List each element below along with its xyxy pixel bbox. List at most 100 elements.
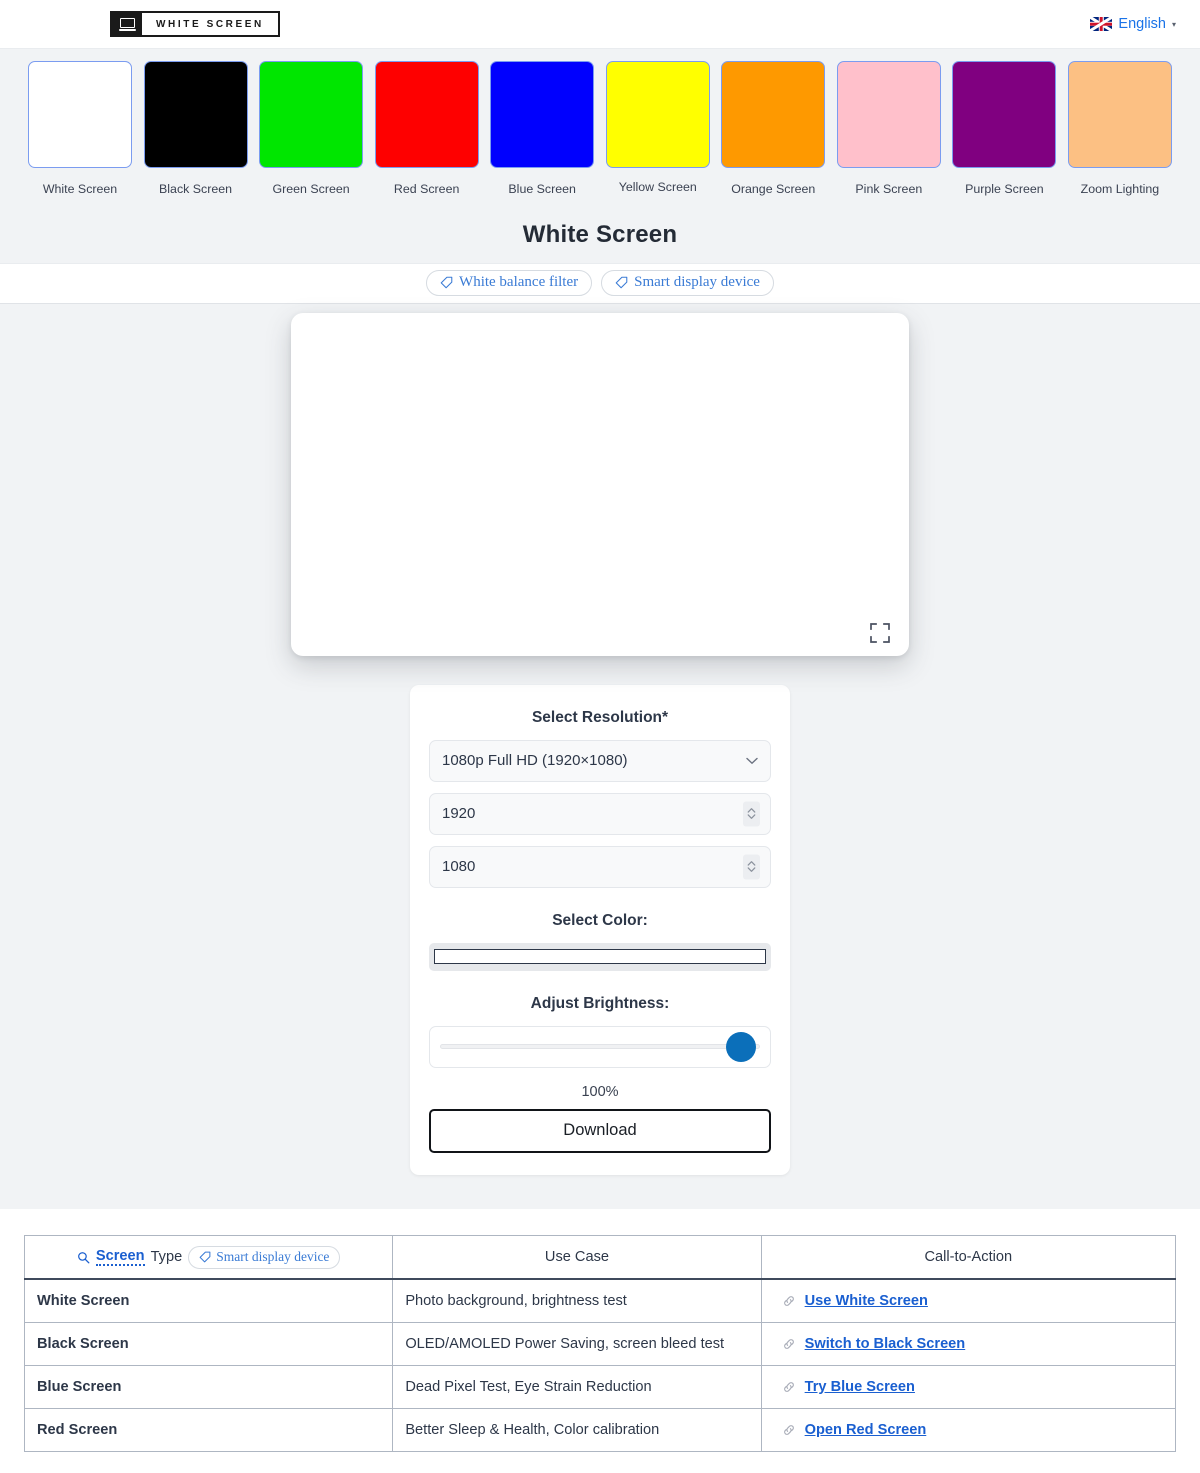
color-swatch-strip: White Screen Black Screen Green Screen Red … (0, 49, 1200, 203)
swatch-item-red-screen[interactable]: Red Screen (374, 61, 479, 197)
site-header: WHITE SCREEN English ▾ (0, 0, 1200, 49)
chevron-down-icon: ▾ (1171, 19, 1176, 29)
swatch-color[interactable] (721, 61, 826, 168)
cell-screen-type: Red Screen (23, 1407, 394, 1452)
color-picker-swatch (434, 949, 766, 965)
cell-cta: Try Blue Screen (760, 1364, 1177, 1409)
fullscreen-expand-icon[interactable] (869, 622, 891, 644)
swatch-item-black-screen[interactable]: Black Screen (143, 61, 248, 197)
column-header-type-text: Type (150, 1249, 183, 1266)
cell-use-case: Better Sleep & Health, Color calibration (392, 1407, 762, 1452)
swatch-color[interactable] (374, 61, 479, 168)
cell-use-case: Dead Pixel Test, Eye Strain Reduction (392, 1364, 762, 1409)
cta-link[interactable]: Use White Screen (805, 1293, 928, 1309)
tag-icon (440, 276, 453, 289)
brand-name: WHITE SCREEN (142, 13, 278, 35)
screen-comparison-table: Screen Type Smart display device Use Cas… (23, 1234, 1177, 1452)
cta-link[interactable]: Try Blue Screen (805, 1379, 915, 1395)
slider-thumb[interactable] (726, 1031, 756, 1062)
swatch-label: Pink Screen (855, 182, 923, 196)
swatch-color[interactable] (259, 61, 364, 168)
cell-screen-type: Blue Screen (23, 1364, 394, 1409)
tag-icon (615, 276, 628, 289)
swatch-label: Green Screen (272, 182, 350, 196)
cell-use-case: OLED/AMOLED Power Saving, screen bleed t… (392, 1321, 762, 1366)
swatch-color[interactable] (1067, 61, 1172, 168)
cell-cta: Switch to Black Screen (760, 1321, 1177, 1366)
brightness-slider[interactable] (429, 1025, 771, 1068)
comparison-table-wrapper: Screen Type Smart display device Use Cas… (0, 1208, 1200, 1472)
swatch-item-green-screen[interactable]: Green Screen (259, 61, 364, 197)
swatch-item-zoom-lighting[interactable]: Zoom Lighting (1067, 61, 1172, 197)
height-value: 1080 (442, 858, 476, 876)
brightness-value: 100% (581, 1083, 619, 1100)
swatch-label: Black Screen (159, 182, 233, 196)
swatch-label: Zoom Lighting (1080, 182, 1160, 196)
cta-link[interactable]: Switch to Black Screen (805, 1336, 966, 1352)
table-row: White Screen Photo background, brightness… (23, 1278, 1177, 1323)
screen-keyword-link[interactable]: Screen (95, 1248, 145, 1267)
brightness-label: Adjust Brightness: (530, 994, 670, 1012)
tag-icon (199, 1251, 211, 1263)
tag-white-balance-filter[interactable]: White balance filter (426, 269, 593, 296)
control-panel-wrapper: Select Resolution* 1080p Full HD (1920×1… (0, 655, 1200, 1209)
swatch-label: Purple Screen (965, 182, 1044, 196)
swatch-color[interactable] (605, 61, 710, 168)
height-input[interactable]: 1080 (429, 845, 771, 888)
swatch-color[interactable] (836, 61, 941, 168)
language-label: English (1118, 16, 1166, 32)
color-picker[interactable] (429, 942, 771, 971)
laptop-icon (112, 13, 142, 35)
swatch-color[interactable] (143, 61, 248, 168)
table-row: Black Screen OLED/AMOLED Power Saving, sc… (23, 1321, 1177, 1366)
title-band: White Screen (0, 202, 1200, 263)
swatch-label: Blue Screen (508, 182, 576, 196)
height-stepper[interactable] (743, 854, 760, 880)
cta-link[interactable]: Open Red Screen (805, 1422, 927, 1438)
link-icon (783, 1296, 794, 1306)
link-icon (783, 1425, 794, 1435)
column-header-use-case: Use Case (392, 1234, 762, 1281)
swatch-item-yellow-screen[interactable]: Yellow Screen (605, 61, 710, 197)
tag-bar: White balance filter Smart display devic… (0, 262, 1200, 304)
swatch-color[interactable] (28, 61, 132, 168)
uk-flag-icon (1090, 17, 1113, 31)
table-body: White Screen Photo background, brightness… (23, 1278, 1177, 1452)
swatch-label: White Screen (42, 182, 118, 196)
swatch-item-pink-screen[interactable]: Pink Screen (836, 61, 941, 197)
resolution-label: Select Resolution* (531, 708, 669, 726)
control-panel: Select Resolution* 1080p Full HD (1920×1… (410, 684, 790, 1175)
language-selector[interactable]: English ▾ (1090, 16, 1176, 32)
cell-use-case: Photo background, brightness test (392, 1278, 762, 1323)
tag-label: Smart display device (216, 1248, 330, 1264)
download-button[interactable]: Download (429, 1108, 771, 1153)
preview-area (0, 303, 1200, 656)
link-icon (783, 1382, 794, 1392)
swatch-color[interactable] (490, 61, 595, 168)
table-row: Blue Screen Dead Pixel Test, Eye Strain R… (23, 1364, 1177, 1409)
swatch-item-orange-screen[interactable]: Orange Screen (721, 61, 826, 197)
table-header-row: Screen Type Smart display device Use Cas… (23, 1234, 1177, 1281)
tag-label: Smart display device (634, 273, 760, 290)
swatch-label: Orange Screen (731, 182, 816, 196)
tag-label: White balance filter (459, 273, 579, 290)
swatch-row: White Screen Black Screen Green Screen Red … (0, 61, 1200, 197)
tag-smart-display-device[interactable]: Smart display device (601, 269, 774, 296)
width-input[interactable]: 1920 (429, 792, 771, 835)
table-head: Screen Type Smart display device Use Cas… (23, 1234, 1177, 1281)
cell-screen-type: Black Screen (23, 1321, 394, 1366)
link-icon (783, 1339, 794, 1349)
tag-smart-display-device[interactable]: Smart display device (188, 1245, 341, 1269)
resolution-select[interactable]: 1080p Full HD (1920×1080) (429, 739, 771, 782)
swatch-item-purple-screen[interactable]: Purple Screen (952, 61, 1057, 197)
column-header-cta: Call-to-Action (760, 1234, 1177, 1281)
swatch-item-white-screen[interactable]: White Screen (28, 61, 132, 197)
swatch-item-blue-screen[interactable]: Blue Screen (490, 61, 595, 197)
swatch-color[interactable] (952, 61, 1057, 168)
brand-logo[interactable]: WHITE SCREEN (110, 11, 280, 37)
cell-cta: Open Red Screen (760, 1407, 1177, 1452)
chevron-down-icon (746, 757, 758, 765)
screen-preview[interactable] (291, 312, 909, 656)
swatch-label: Yellow Screen (618, 180, 697, 194)
width-stepper[interactable] (743, 801, 760, 827)
